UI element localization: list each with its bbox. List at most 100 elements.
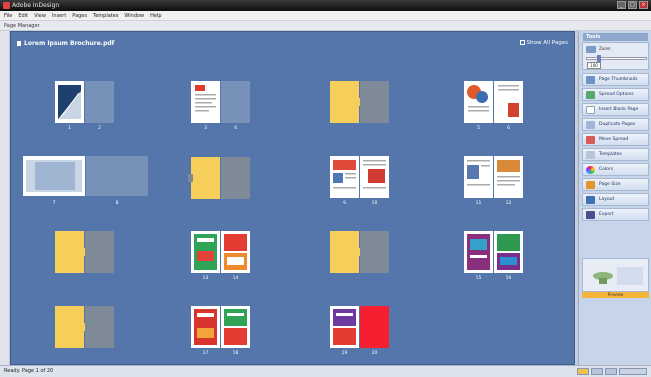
placeholder-page[interactable] (85, 306, 114, 348)
page-thumb[interactable]: 18 (221, 306, 250, 356)
zoom-control: Zoom 100 (582, 42, 649, 70)
spread-15-16[interactable]: 15 16 (464, 231, 523, 281)
spread-13-14[interactable]: 13 14 (191, 231, 250, 281)
menu-card-art (194, 309, 217, 345)
page-thumb[interactable]: 11 (464, 156, 493, 206)
tool-templates[interactable]: Templates (582, 148, 649, 161)
placeholder-page[interactable] (330, 81, 362, 123)
page-thumb[interactable]: 3 (191, 81, 220, 131)
page-number: 7 (52, 201, 56, 206)
placeholder-page[interactable] (221, 157, 250, 199)
spread-1-2[interactable]: 1 2 (55, 81, 114, 131)
spread-17-18[interactable]: 17 18 (191, 306, 250, 356)
zoom-icon (586, 46, 596, 53)
status-zoom-slider[interactable] (619, 368, 647, 375)
spread-7-8[interactable]: 7 8 (23, 156, 148, 206)
app-icon (3, 2, 10, 9)
page-thumb[interactable]: 1 (55, 81, 84, 131)
spread-yellow-gray[interactable] (55, 231, 114, 273)
page-thumb[interactable]: 16 (494, 231, 523, 281)
page-number: 9 (343, 201, 346, 206)
placeholder-page[interactable] (55, 306, 87, 348)
duplicate-icon (586, 121, 595, 129)
menu-pages[interactable]: Pages (72, 13, 87, 19)
page-number: 11 (475, 201, 482, 206)
menu-insert[interactable]: Insert (52, 13, 66, 19)
page-thumb[interactable]: 15 (464, 231, 493, 281)
spread-9-10[interactable]: 9 10 (330, 156, 389, 206)
menu-templates[interactable]: Templates (93, 13, 118, 19)
tool-colors[interactable]: Colors (582, 163, 649, 176)
zoom-label: Zoom (599, 46, 611, 51)
view-pages-button[interactable] (591, 368, 603, 375)
page-thumb[interactable]: 7 (23, 156, 85, 206)
menu-window[interactable]: Window (124, 13, 144, 19)
tool-insert-blank-page[interactable]: Insert Blank Page (582, 103, 649, 116)
page-number: 13 (202, 276, 209, 281)
spread-3-4[interactable]: 3 4 (191, 81, 250, 131)
close-button[interactable]: × (639, 1, 648, 9)
spread-19-20[interactable]: 19 20 (330, 306, 389, 356)
spread-yellow-gray[interactable] (330, 81, 389, 123)
placeholder-page[interactable] (330, 231, 362, 273)
page-thumb[interactable]: 14 (221, 231, 250, 281)
tool-spread-options[interactable]: Spread Options (582, 88, 649, 101)
placeholder-page[interactable] (188, 157, 220, 199)
zoom-slider[interactable] (586, 57, 647, 60)
cover-art (58, 85, 81, 119)
tool-page-thumbnails[interactable]: Page Thumbnails (582, 73, 649, 86)
page-number: 12 (505, 201, 512, 206)
zoom-value-field[interactable]: 100 (587, 62, 601, 69)
placeholder-page[interactable] (85, 231, 114, 273)
page-number: 16 (505, 276, 512, 281)
page-thumb[interactable]: 20 (360, 306, 389, 356)
grid-icon (519, 40, 525, 45)
show-all-button[interactable]: Show All Pages (519, 40, 568, 46)
page-thumb[interactable]: 9 (330, 156, 359, 206)
menu-help[interactable]: Help (150, 13, 161, 19)
color-wheel-icon (586, 166, 595, 174)
view-list-button[interactable] (605, 368, 617, 375)
menu-bar: File Edit View Insert Pages Templates Wi… (0, 11, 651, 21)
menu-view[interactable]: View (34, 13, 46, 19)
status-text: Ready. Page 1 of 20 (4, 368, 54, 374)
tools-panel: Tools Zoom 100 Page Thumbnails Spread Op… (578, 31, 651, 365)
placeholder-page[interactable] (55, 231, 87, 273)
window-title: Adobe InDesign (12, 2, 60, 9)
page-thumb[interactable]: 4 (221, 81, 250, 131)
page-thumb[interactable]: 2 (85, 81, 114, 131)
document-icon (17, 41, 21, 46)
preview-art (593, 267, 643, 285)
tool-export[interactable]: Export (582, 208, 649, 221)
page-number: 2 (98, 126, 101, 131)
view-spreads-button[interactable] (577, 368, 589, 375)
spread-5-6[interactable]: 5 6 (464, 81, 523, 131)
page-thumb[interactable]: 6 (494, 81, 523, 131)
page-thumb[interactable]: 8 (86, 156, 148, 206)
spread-yellow-gray[interactable] (330, 231, 389, 273)
page-thumb[interactable]: 5 (464, 81, 493, 131)
maximize-button[interactable]: □ (628, 1, 637, 9)
tool-page-size[interactable]: Page Size (582, 178, 649, 191)
app-window: Adobe InDesign _ □ × File Edit View Inse… (0, 0, 651, 377)
minimize-button[interactable]: _ (617, 1, 626, 9)
zoom-slider-handle[interactable] (597, 55, 601, 62)
spread-11-12[interactable]: 11 12 (464, 156, 523, 206)
placeholder-page[interactable] (360, 231, 389, 273)
page-thumb[interactable]: 17 (191, 306, 220, 356)
page-thumb[interactable]: 12 (494, 156, 523, 206)
placeholder-page[interactable] (360, 81, 389, 123)
page-thumb[interactable]: 10 (360, 156, 389, 206)
page-thumb[interactable]: 19 (330, 306, 359, 356)
tool-duplicate-pages[interactable]: Duplicate Pages (582, 118, 649, 131)
tool-layout[interactable]: Layout (582, 193, 649, 206)
spread-yellow-gray[interactable] (55, 306, 114, 348)
text-page-art (195, 85, 216, 112)
page-thumb[interactable]: 13 (191, 231, 220, 281)
menu-edit[interactable]: Edit (18, 13, 28, 19)
tool-move-spread[interactable]: Move Spread (582, 133, 649, 146)
menu-file[interactable]: File (4, 13, 12, 19)
spread-yellow-gray[interactable] (188, 157, 250, 199)
layout-page-art (467, 160, 490, 186)
page-number: 17 (202, 351, 209, 356)
